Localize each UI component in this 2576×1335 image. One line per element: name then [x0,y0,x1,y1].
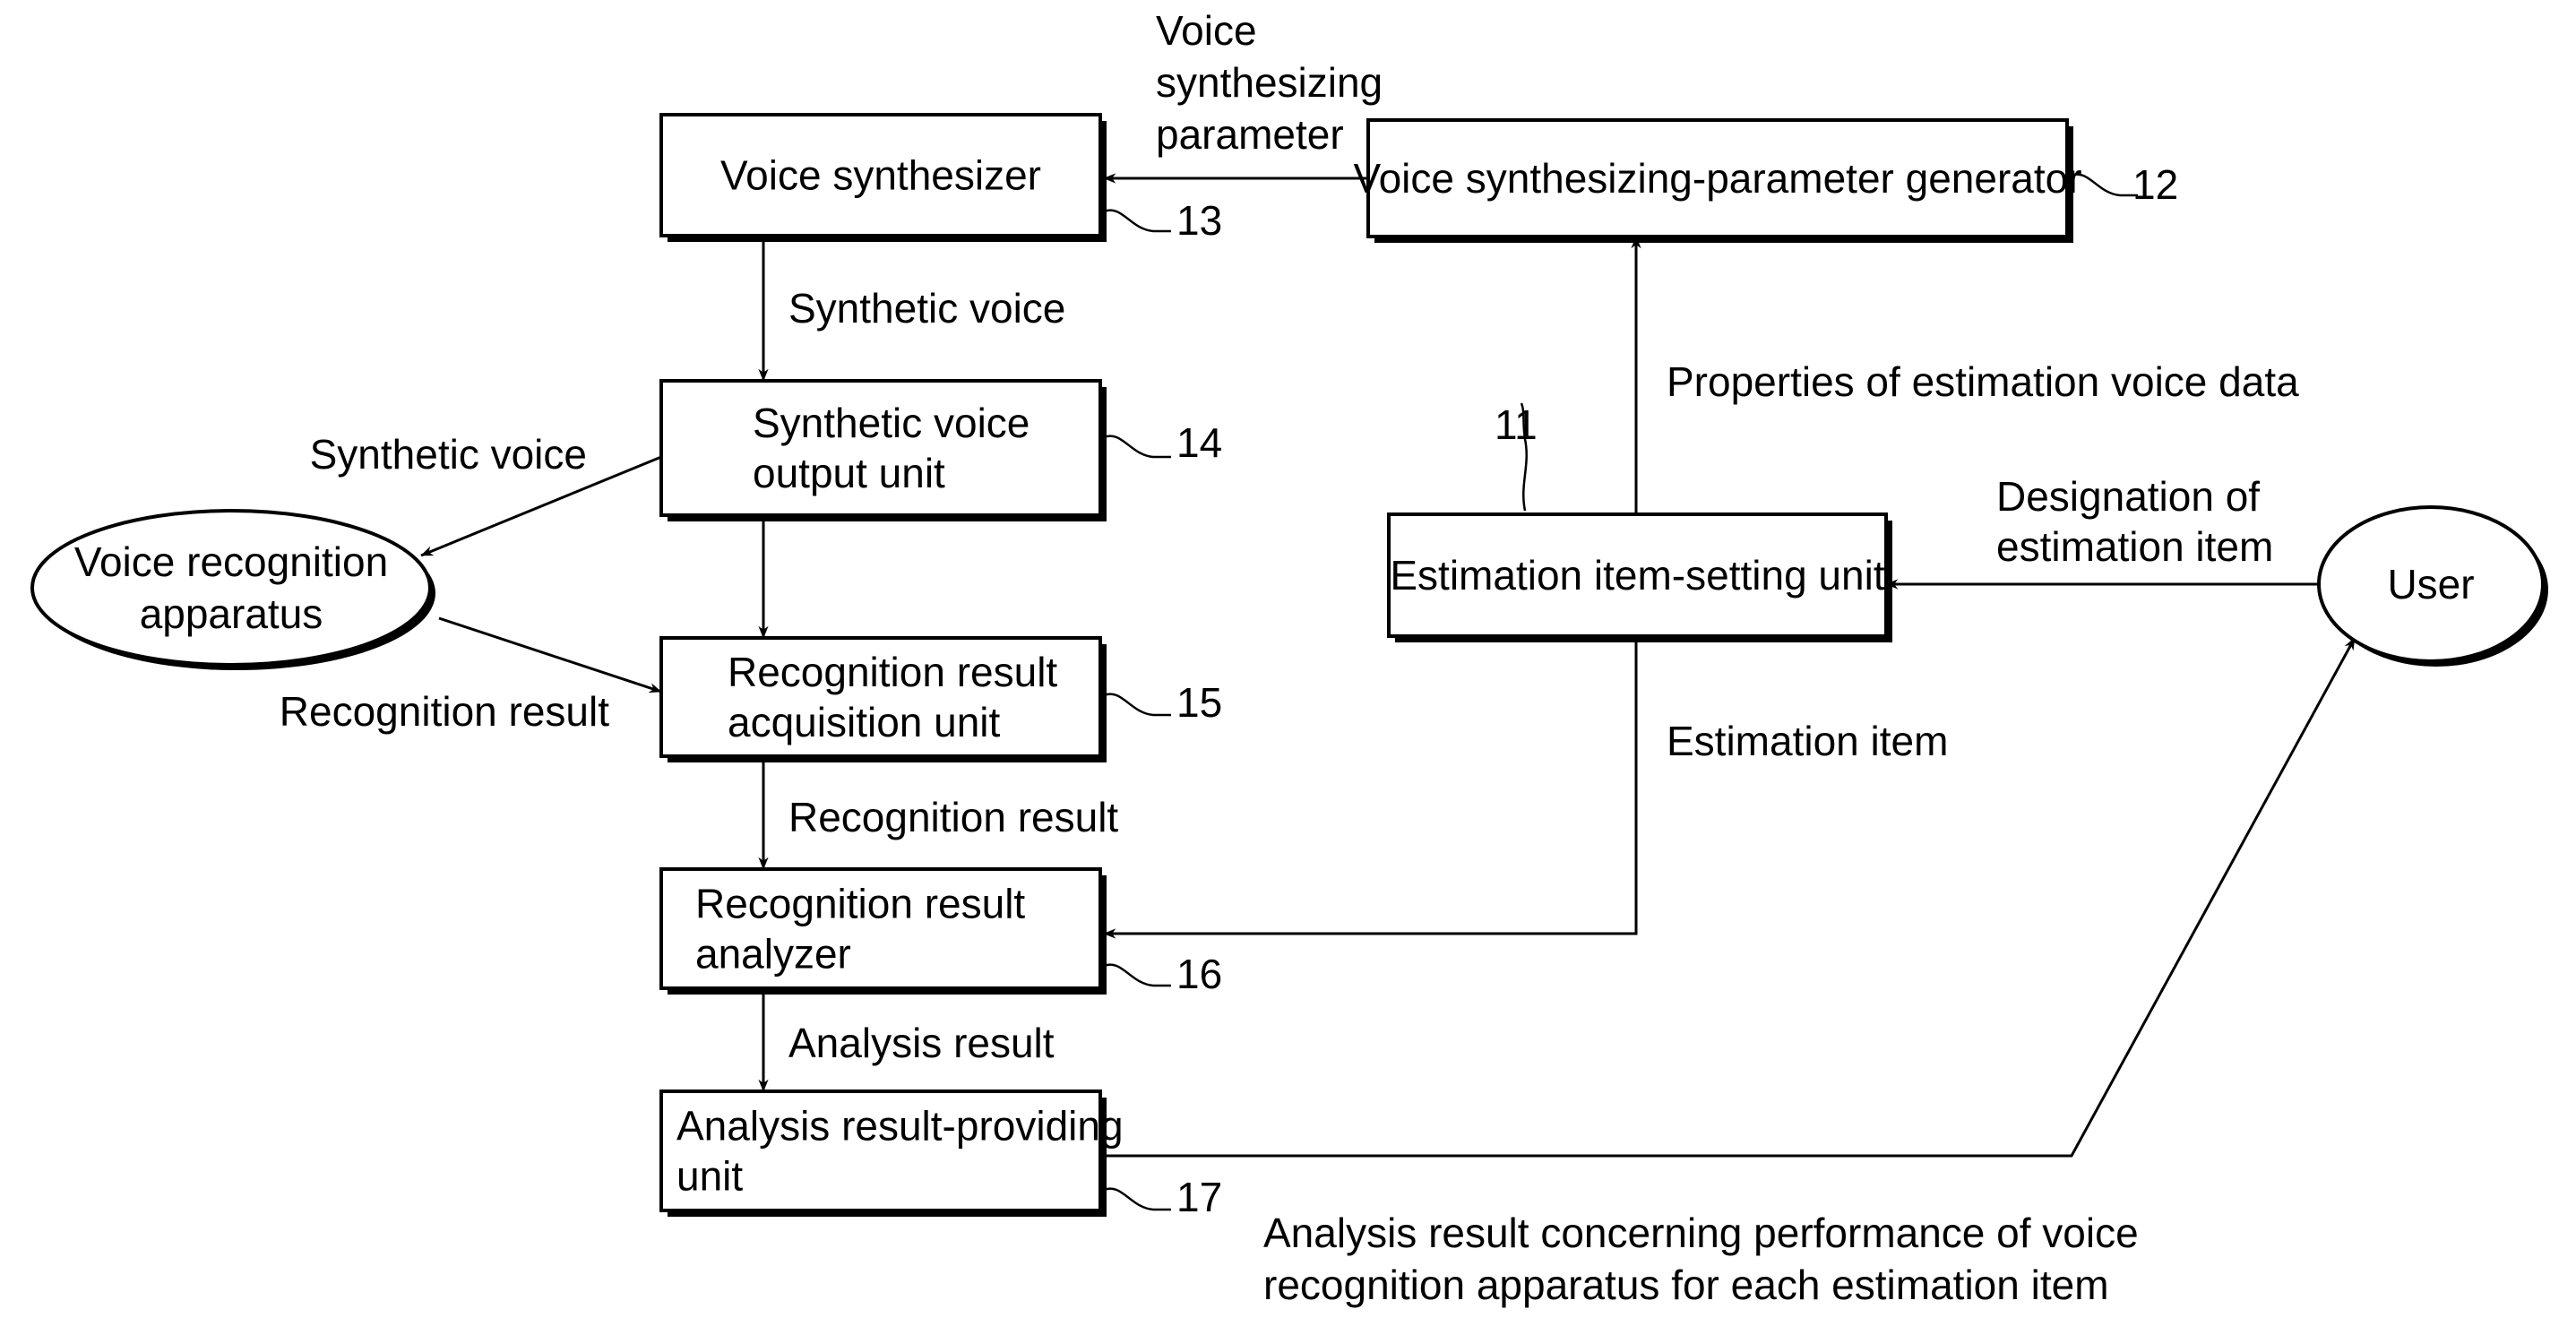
reference-leader [1103,209,1171,233]
reference-number: 17 [1176,1174,1222,1220]
node-label: User [2387,561,2474,607]
node-label: output unit [753,450,945,496]
reference-number: 11 [1495,401,1538,448]
node-label: Synthetic voice [753,400,1030,446]
reference-leader [1103,1187,1171,1211]
edge-label: synthesizing [1156,59,1383,106]
edge-label: Synthetic voice [788,285,1065,332]
node-label: Voice synthesizing-parameter generator [1353,155,2081,202]
reference-leader [1103,435,1171,459]
node-label: Voice recognition [74,538,388,585]
edge-label: Voice [1156,7,1257,54]
node-n11: Estimation item-setting unit 11 [1387,401,1892,642]
edge-label: estimation item [1996,523,2273,570]
edge-label: parameter [1156,111,1344,158]
edge-label: Recognition result [788,794,1118,840]
arrow-connector [1104,637,2356,1158]
node-label: Estimation item-setting unit [1390,552,1884,599]
edge-label: Designation of [1996,473,2260,520]
reference-number: 13 [1176,197,1222,244]
edge-vra-to-n15 [438,616,662,693]
node-label: Analysis result-providing [676,1103,1124,1150]
edge-n17-to-user [1104,637,2356,1158]
edge-label: Synthetic voice [310,431,587,478]
node-label: Voice synthesizer [720,152,1041,199]
arrow-connector [438,616,662,693]
edge-label: Analysis result concerning performance o… [1263,1210,2139,1256]
edge-label: recognition apparatus for each estimatio… [1263,1262,2109,1308]
node-n15: Recognition resultacquisition unit 15 [659,636,1222,762]
edge-label: Analysis result [788,1020,1055,1066]
node-n14: Synthetic voiceoutput unit 14 [659,379,1222,521]
reference-number: 14 [1176,419,1222,466]
node-label: Recognition result [695,881,1025,927]
node-vra: Voice recognition apparatus [30,509,435,670]
reference-leader [1103,693,1171,717]
node-label: acquisition unit [728,699,1001,745]
ellipse-outline [30,509,432,667]
block-diagram: Estimation item-setting unit 11 Voice synt… [30,7,2548,1308]
edge-label: Properties of estimation voice data [1667,358,2299,405]
edge-label: Recognition result [280,688,609,735]
node-label: Recognition result [728,649,1057,695]
node-label: analyzer [695,931,851,978]
edge-label: Estimation item [1667,718,1948,764]
reference-number: 12 [2132,161,2178,208]
reference-number: 16 [1176,951,1222,997]
node-label: apparatus [140,590,323,637]
node-n12: Voice synthesizing-parameter generator 12 [1353,118,2178,243]
reference-number: 15 [1176,679,1222,726]
node-label: unit [676,1153,743,1200]
reference-leader [1103,963,1171,987]
